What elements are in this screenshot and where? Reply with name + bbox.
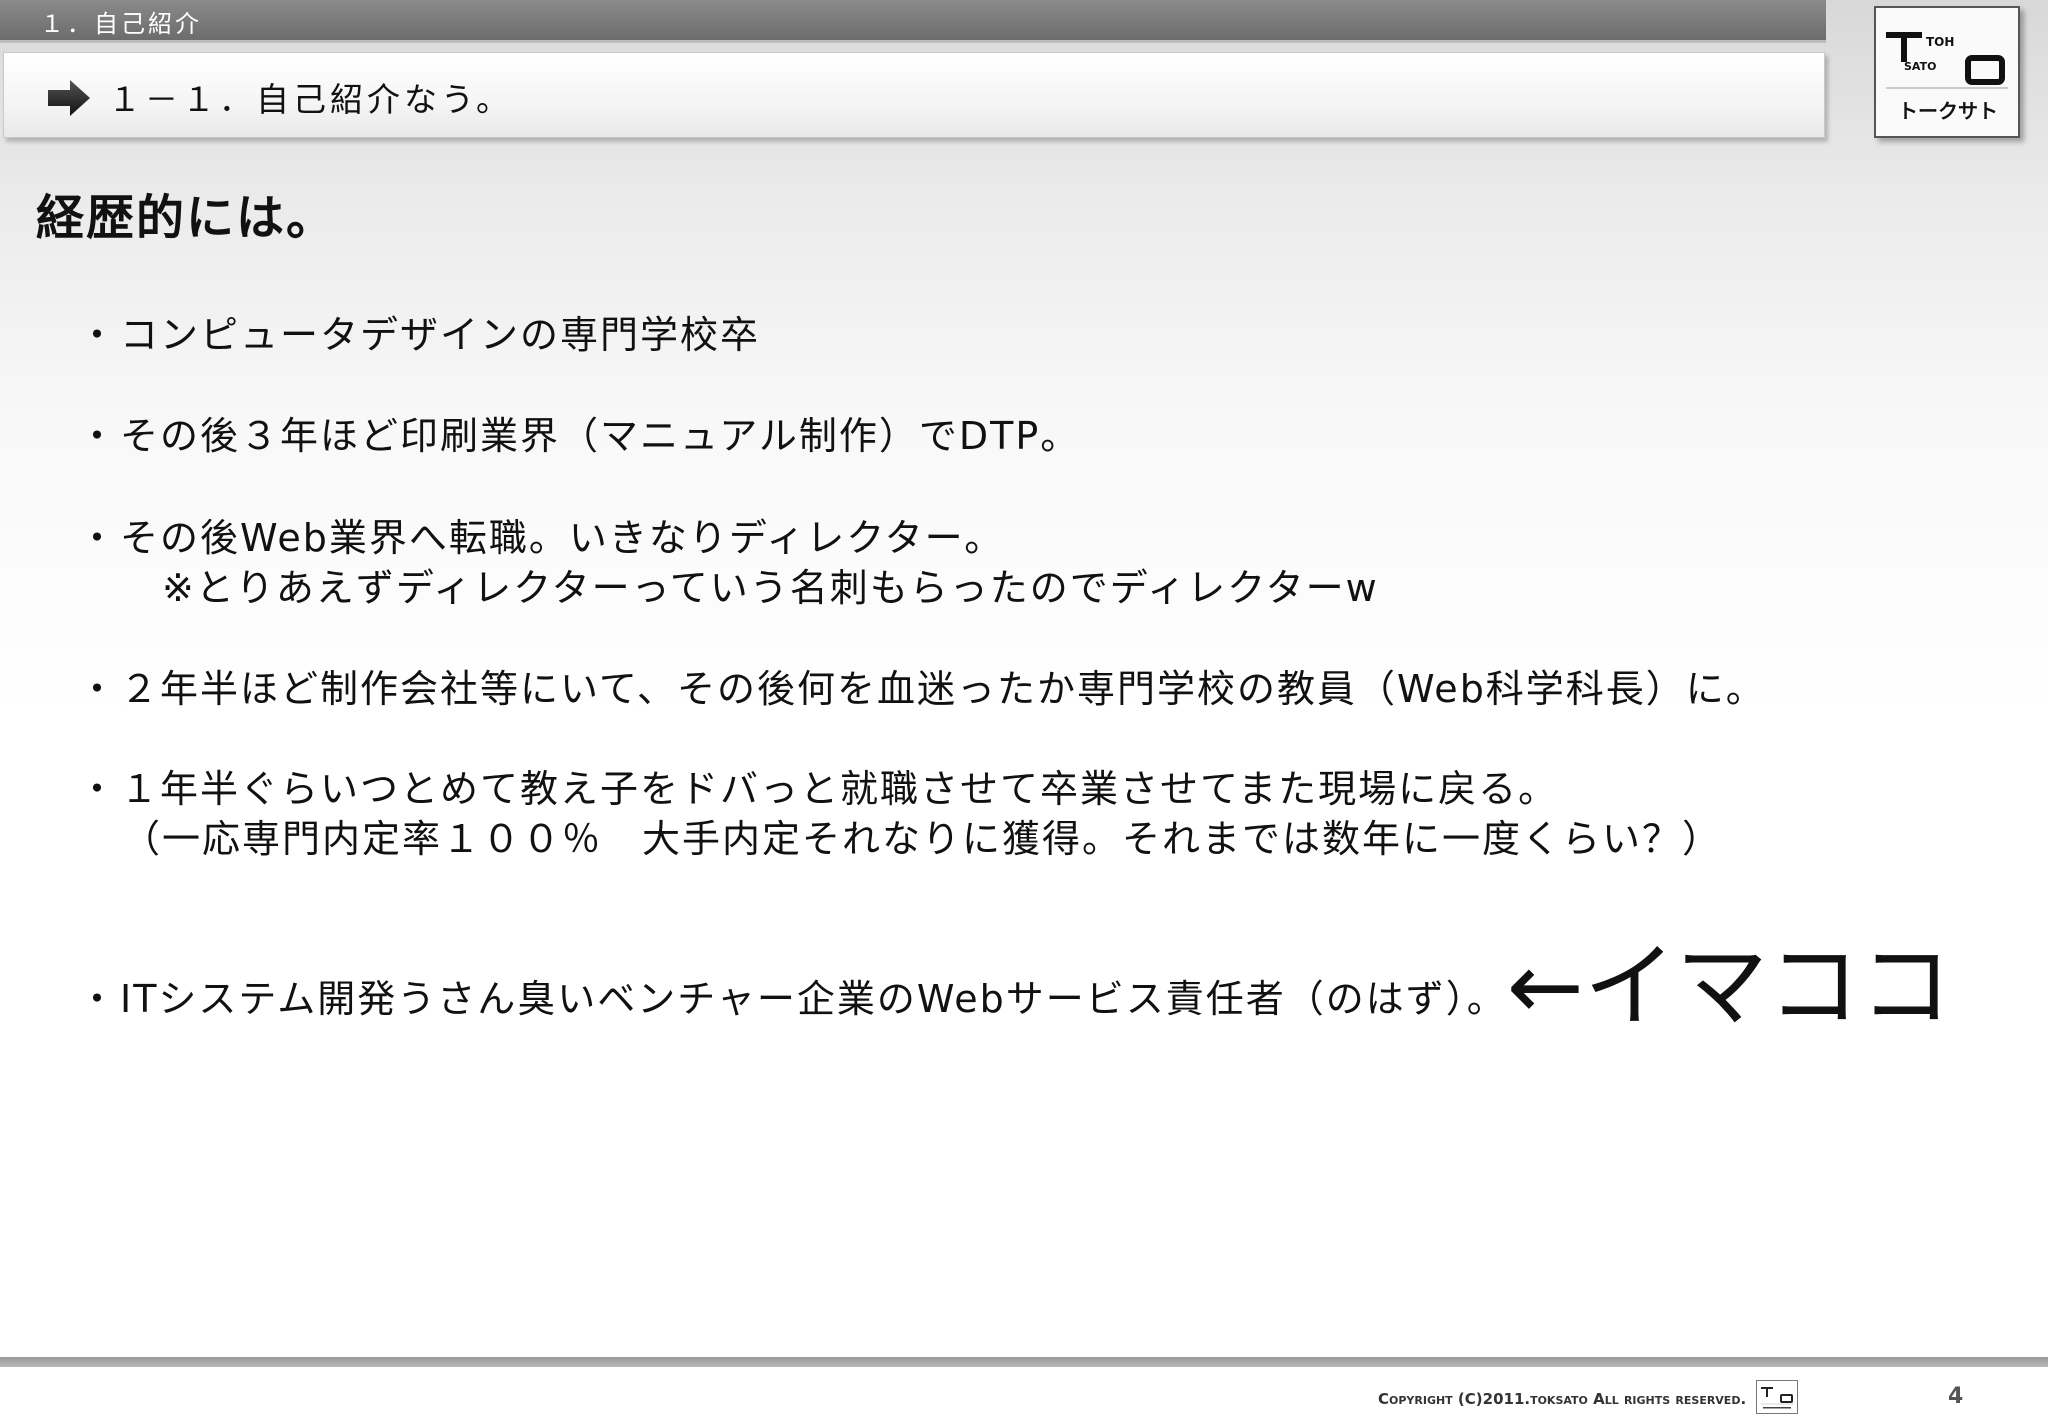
slide-title: 経歴的には。: [36, 190, 337, 246]
bullet-text: その後Web業界へ転職。いきなりディレクター。: [120, 516, 1005, 560]
bullet-subtext: （一応専門内定率１００％ 大手内定それなりに獲得。それまでは数年に一度くらい？）: [122, 817, 1723, 861]
now-here-emphasis: ←イマココ: [1506, 933, 1952, 1040]
logo-line1: TOH: [1926, 35, 1954, 49]
bullet-item: ・１年半ぐらいつとめて教え子をドバっと就職させて卒業させてまた現場に戻る。: [78, 758, 1558, 813]
bullet-text: その後３年ほど印刷業界（マニュアル制作）でDTP。: [120, 414, 1081, 458]
page-number: 4: [1948, 1384, 1964, 1409]
copyright-text: Copyright (C)2011.toksato All rights res…: [1378, 1390, 1747, 1408]
toksato-logo: TOH SATO トークサト: [1874, 6, 2020, 138]
bullet-marker: ・: [78, 977, 119, 1021]
logo-line2: SATO: [1904, 60, 1936, 73]
bullet-text: コンピュータデザインの専門学校卒: [120, 313, 761, 357]
arrow-right-icon: [48, 80, 90, 116]
section-label: １．自己紹介: [40, 10, 202, 38]
footer-logo: [1756, 1380, 1798, 1414]
bullet-item: ・その後Web業界へ転職。いきなりディレクター。: [78, 507, 1004, 562]
logo-katakana: トークサト: [1898, 99, 1998, 123]
bullet-item: ・ITシステム開発うさん臭いベンチャー企業のWebサービス責任者（のはず）。←イ…: [78, 912, 1952, 1045]
bullet-text: ２年半ほど制作会社等にいて、その後何を血迷ったか専門学校の教員（Web科学科長）…: [120, 667, 1766, 711]
bullet-text: １年半ぐらいつとめて教え子をドバっと就職させて卒業させてまた現場に戻る。: [120, 767, 1559, 811]
bullet-marker: ・: [78, 313, 119, 357]
section-header-bar: １．自己紹介: [0, 0, 1826, 43]
bullet-item: ・２年半ほど制作会社等にいて、その後何を血迷ったか専門学校の教員（Web科学科長…: [78, 658, 1766, 713]
subsection-header: １－１．自己紹介なう。: [3, 52, 1825, 138]
logo-graphic: TOH SATO トークサト: [1886, 32, 2008, 123]
bullet-item: ・コンピュータデザインの専門学校卒: [78, 304, 760, 359]
bullet-subtext: ※とりあえずディレクターっていう名刺もらったのでディレクターw: [162, 566, 1379, 610]
footer-logo-graphic: [1761, 1387, 1793, 1409]
bullet-marker: ・: [78, 516, 119, 560]
bullet-marker: ・: [78, 414, 119, 458]
subsection-title: １－１．自己紹介なう。: [108, 80, 514, 119]
bullet-marker: ・: [78, 767, 119, 811]
footer-bar: [0, 1357, 2048, 1367]
bullet-text: ITシステム開発うさん臭いベンチャー企業のWebサービス責任者（のはず）。: [120, 977, 1507, 1021]
bullet-item: ・その後３年ほど印刷業界（マニュアル制作）でDTP。: [78, 405, 1080, 460]
bullet-marker: ・: [78, 667, 119, 711]
